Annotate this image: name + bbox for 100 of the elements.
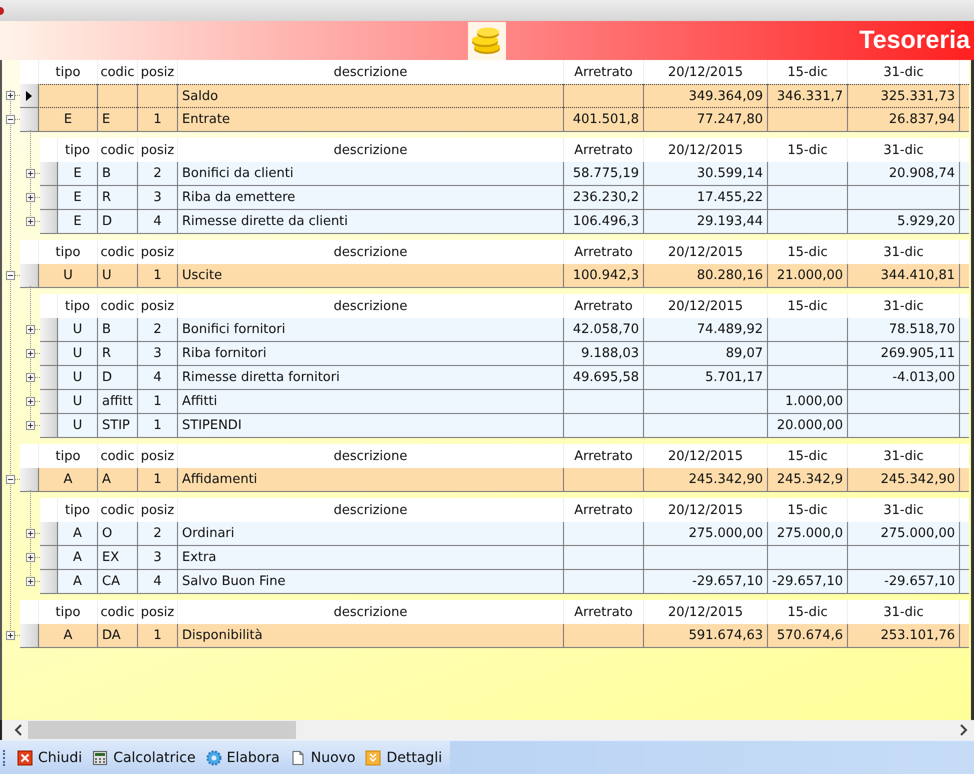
table-cell: Affidamenti bbox=[177, 468, 563, 492]
column-header: codic bbox=[97, 138, 137, 162]
toolbar-button[interactable]: Elabora bbox=[202, 748, 284, 768]
table-cell: D bbox=[97, 366, 137, 390]
column-header: 15-dic bbox=[767, 294, 847, 318]
table-cell: Riba da emettere bbox=[177, 186, 563, 210]
expand-icon[interactable] bbox=[26, 529, 35, 538]
table-cell: 74.489,92 bbox=[643, 318, 767, 342]
column-header bbox=[959, 240, 969, 264]
horizontal-scrollbar[interactable] bbox=[0, 720, 974, 740]
row-header[interactable] bbox=[20, 84, 38, 108]
expand-icon[interactable] bbox=[26, 325, 35, 334]
table-cell bbox=[959, 264, 969, 288]
table-cell: 20.908,74 bbox=[847, 162, 959, 186]
table-cell: 236.230,2 bbox=[563, 186, 643, 210]
table-cell: EX bbox=[97, 546, 137, 570]
expand-icon[interactable] bbox=[26, 349, 35, 358]
table-cell: 1 bbox=[137, 624, 177, 648]
column-header: tipo bbox=[57, 294, 97, 318]
table-cell: 1.000,00 bbox=[767, 390, 847, 414]
table-cell bbox=[959, 186, 969, 210]
table-cell: 591.674,63 bbox=[643, 624, 767, 648]
expand-icon[interactable] bbox=[26, 553, 35, 562]
expand-icon[interactable] bbox=[26, 373, 35, 382]
column-header bbox=[959, 294, 969, 318]
expand-icon[interactable] bbox=[26, 169, 35, 178]
table-cell: 42.058,70 bbox=[563, 318, 643, 342]
table-cell: 3 bbox=[137, 186, 177, 210]
table-cell: 275.000,0 bbox=[767, 522, 847, 546]
table-cell: Disponibilità bbox=[177, 624, 563, 648]
toolbar-button[interactable]: Chiudi bbox=[13, 748, 86, 768]
toolbar-button[interactable]: Calcolatrice bbox=[88, 748, 200, 768]
scroll-left-icon[interactable] bbox=[14, 724, 22, 736]
table-cell: U bbox=[57, 318, 97, 342]
column-header: posiz bbox=[137, 498, 177, 522]
table-cell: A bbox=[57, 570, 97, 594]
table-cell: 20.000,00 bbox=[767, 414, 847, 438]
page-icon bbox=[290, 750, 306, 766]
table-cell: 21.000,00 bbox=[767, 264, 847, 288]
table-cell: Uscite bbox=[177, 264, 563, 288]
column-header: codic bbox=[97, 60, 137, 84]
table-cell: E bbox=[57, 162, 97, 186]
column-header: 15-dic bbox=[767, 498, 847, 522]
table-cell: B bbox=[97, 162, 137, 186]
column-header: 31-dic bbox=[847, 498, 959, 522]
collapse-icon[interactable] bbox=[6, 115, 15, 124]
column-header: Arretrato bbox=[563, 60, 643, 84]
table-cell: 89,07 bbox=[643, 342, 767, 366]
table-cell: B bbox=[97, 318, 137, 342]
column-header: 20/12/2015 bbox=[643, 138, 767, 162]
scroll-right-icon[interactable] bbox=[960, 724, 968, 736]
toolbar-button[interactable]: Dettagli bbox=[361, 748, 446, 768]
table-cell bbox=[38, 84, 97, 108]
collapse-icon[interactable] bbox=[6, 475, 15, 484]
current-row-icon bbox=[26, 90, 32, 100]
table-cell: 1 bbox=[137, 108, 177, 132]
table-cell bbox=[97, 84, 137, 108]
table-cell: Affitti bbox=[177, 390, 563, 414]
expand-icon[interactable] bbox=[26, 193, 35, 202]
expand-icon[interactable] bbox=[26, 397, 35, 406]
table-cell: O bbox=[97, 522, 137, 546]
table-cell: U bbox=[57, 414, 97, 438]
table-cell: CA bbox=[97, 570, 137, 594]
column-header: 31-dic bbox=[847, 240, 959, 264]
table-cell: 17.455,22 bbox=[643, 186, 767, 210]
expand-icon[interactable] bbox=[26, 577, 35, 586]
expand-icon[interactable] bbox=[6, 91, 15, 100]
table-cell: 100.942,3 bbox=[563, 264, 643, 288]
table-cell: U bbox=[57, 390, 97, 414]
column-header: codic bbox=[97, 600, 137, 624]
column-header: 20/12/2015 bbox=[643, 60, 767, 84]
collapse-icon[interactable] bbox=[6, 271, 15, 280]
toolbar-button[interactable]: Nuovo bbox=[286, 748, 360, 768]
table-cell: 275.000,00 bbox=[643, 522, 767, 546]
column-header: descrizione bbox=[177, 444, 563, 468]
column-header: 31-dic bbox=[847, 600, 959, 624]
table-cell: 30.599,14 bbox=[643, 162, 767, 186]
table-cell bbox=[959, 546, 969, 570]
table-cell: 9.188,03 bbox=[563, 342, 643, 366]
app-icon bbox=[0, 6, 4, 14]
column-header bbox=[959, 60, 969, 84]
table-cell: U bbox=[57, 366, 97, 390]
scroll-thumb[interactable] bbox=[28, 721, 296, 739]
column-header: Arretrato bbox=[563, 498, 643, 522]
calculator-icon bbox=[92, 750, 108, 766]
table-cell: DA bbox=[97, 624, 137, 648]
expand-icon[interactable] bbox=[26, 421, 35, 430]
table-cell: 49.695,58 bbox=[563, 366, 643, 390]
expand-icon[interactable] bbox=[26, 217, 35, 226]
expand-icon[interactable] bbox=[6, 631, 15, 640]
table-cell: -4.013,00 bbox=[847, 366, 959, 390]
column-header: tipo bbox=[57, 498, 97, 522]
column-header: 20/12/2015 bbox=[643, 240, 767, 264]
table-cell: 570.674,6 bbox=[767, 624, 847, 648]
window-title: Tesoreria bbox=[859, 26, 970, 55]
column-header: posiz bbox=[137, 138, 177, 162]
header-corner bbox=[20, 240, 38, 264]
column-header: tipo bbox=[38, 600, 97, 624]
column-header: Arretrato bbox=[563, 240, 643, 264]
table-cell bbox=[959, 342, 969, 366]
